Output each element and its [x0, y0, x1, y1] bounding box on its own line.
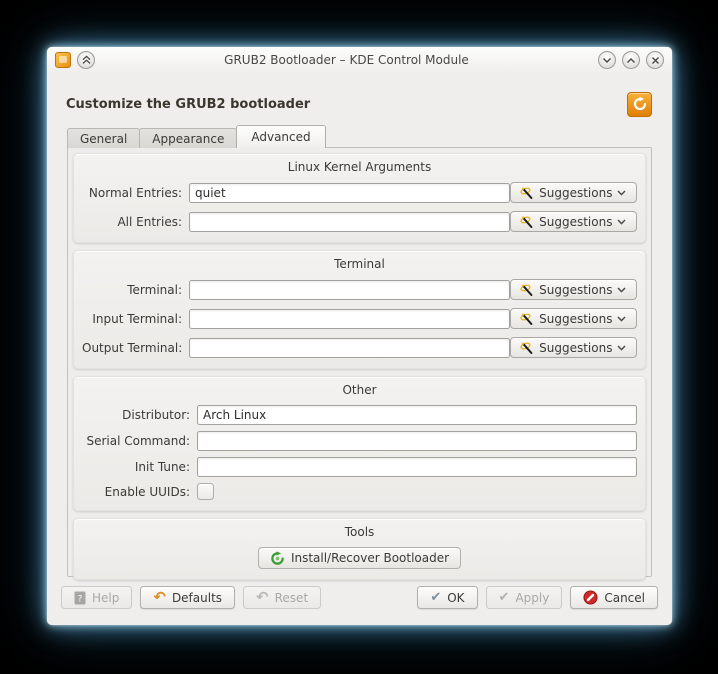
svg-text:?: ? — [78, 594, 83, 604]
minimize-button[interactable] — [598, 51, 616, 69]
output-terminal-suggestions-button[interactable]: Suggestions — [509, 337, 637, 358]
suggestions-label: Suggestions — [539, 214, 613, 229]
chevron-down-icon — [617, 315, 626, 322]
distributor-label: Distributor: — [122, 408, 190, 422]
check-icon: ✔ — [498, 590, 510, 605]
help-icon: ? — [74, 591, 86, 604]
window-title: GRUB2 Bootloader – KDE Control Module — [224, 53, 469, 67]
ok-button[interactable]: ✔ OK — [417, 586, 478, 609]
defaults-button[interactable]: ↶ Defaults — [140, 586, 236, 609]
suggestions-label: Suggestions — [539, 340, 613, 355]
terminal-suggestions-button[interactable]: Suggestions — [509, 279, 637, 300]
dialog-button-box: ? Help ↶ Defaults ↶ Reset ✔ OK ✔ Apply C… — [61, 586, 658, 609]
reload-button[interactable] — [627, 91, 652, 117]
suggestions-label: Suggestions — [539, 311, 613, 326]
group-other: Other Distributor: Serial Command: Init … — [73, 376, 646, 511]
apply-label: Apply — [515, 590, 550, 605]
serial-command-label: Serial Command: — [86, 434, 191, 448]
chevron-down-icon — [617, 189, 626, 196]
apply-button[interactable]: ✔ Apply — [485, 586, 563, 609]
enable-uuids-checkbox[interactable] — [197, 483, 214, 500]
group-terminal: Terminal Terminal: Suggestions Input Ter… — [73, 250, 646, 369]
reset-label: Reset — [274, 590, 309, 605]
undo-icon: ↶ — [256, 588, 269, 606]
suggestions-label: Suggestions — [539, 185, 613, 200]
group-title: Other — [342, 383, 377, 397]
all-entries-label: All Entries: — [117, 214, 182, 229]
group-title: Linux Kernel Arguments — [287, 160, 432, 174]
check-icon: ✔ — [430, 590, 442, 605]
close-button[interactable] — [646, 51, 664, 69]
tab-general[interactable]: General — [67, 128, 141, 148]
chevron-down-icon — [603, 57, 611, 63]
maximize-button[interactable] — [622, 51, 640, 69]
all-entries-input[interactable] — [189, 211, 510, 232]
magic-wand-icon — [520, 283, 533, 296]
defaults-label: Defaults — [171, 590, 223, 605]
suggestions-label: Suggestions — [539, 282, 613, 297]
tab-bar: General Appearance Advanced — [67, 125, 672, 148]
install-bootloader-icon — [271, 550, 284, 565]
magic-wand-icon — [520, 215, 533, 228]
shade-button[interactable] — [77, 51, 95, 69]
terminal-label: Terminal: — [127, 282, 182, 297]
magic-wand-icon — [520, 312, 533, 325]
input-terminal-label: Input Terminal: — [92, 311, 182, 326]
chevron-down-icon — [617, 344, 626, 351]
group-tools: Tools Install/Recover Bootloader — [73, 518, 646, 580]
double-chevron-up-icon — [82, 55, 90, 64]
ok-label: OK — [447, 590, 465, 605]
undo-icon: ↶ — [153, 588, 166, 606]
cancel-label: Cancel — [604, 590, 645, 605]
tab-advanced[interactable]: Advanced — [236, 125, 326, 148]
close-icon — [651, 56, 659, 64]
refresh-icon — [633, 96, 646, 111]
cancel-icon — [583, 590, 598, 605]
normal-entries-suggestions-button[interactable]: Suggestions — [509, 182, 637, 203]
output-terminal-input[interactable] — [189, 337, 510, 358]
chevron-down-icon — [617, 286, 626, 293]
normal-entries-label: Normal Entries: — [88, 185, 182, 200]
chevron-up-icon — [627, 57, 635, 63]
tab-appearance[interactable]: Appearance — [139, 128, 238, 148]
magic-wand-icon — [520, 341, 533, 354]
magic-wand-icon — [520, 186, 533, 199]
terminal-input[interactable] — [189, 279, 510, 300]
group-kernel-arguments: Linux Kernel Arguments Normal Entries: S… — [73, 153, 646, 243]
group-title: Terminal — [334, 257, 385, 271]
normal-entries-input[interactable] — [189, 182, 510, 203]
cancel-button[interactable]: Cancel — [570, 586, 658, 609]
group-title: Tools — [344, 525, 375, 539]
all-entries-suggestions-button[interactable]: Suggestions — [509, 211, 637, 232]
help-button[interactable]: ? Help — [61, 586, 133, 609]
serial-command-input[interactable] — [197, 431, 637, 451]
kcm-window: GRUB2 Bootloader – KDE Control Module Cu… — [47, 47, 672, 625]
output-terminal-label: Output Terminal: — [82, 340, 183, 355]
titlebar[interactable]: GRUB2 Bootloader – KDE Control Module — [47, 47, 672, 73]
install-button-label: Install/Recover Bootloader — [290, 551, 450, 565]
input-terminal-suggestions-button[interactable]: Suggestions — [509, 308, 637, 329]
advanced-tab-pane: Linux Kernel Arguments Normal Entries: S… — [67, 147, 652, 580]
init-tune-label: Init Tune: — [134, 460, 190, 474]
distributor-input[interactable] — [197, 405, 637, 425]
help-label: Help — [92, 590, 120, 605]
enable-uuids-label: Enable UUIDs: — [104, 484, 190, 499]
input-terminal-input[interactable] — [189, 308, 510, 329]
page-title: Customize the GRUB2 bootloader — [66, 96, 311, 112]
app-icon — [55, 52, 71, 68]
reset-button[interactable]: ↶ Reset — [243, 586, 322, 609]
chevron-down-icon — [617, 218, 626, 225]
install-recover-bootloader-button[interactable]: Install/Recover Bootloader — [257, 547, 462, 569]
init-tune-input[interactable] — [197, 457, 637, 477]
